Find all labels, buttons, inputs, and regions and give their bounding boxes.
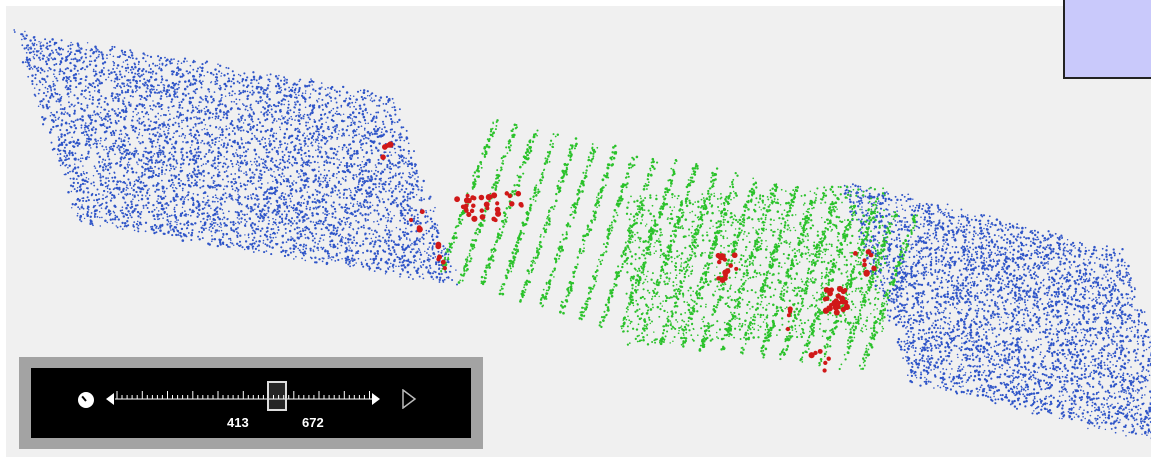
solvent-lattice-left [13,29,458,285]
arrow-right-icon[interactable] [372,393,380,405]
play-icon[interactable] [401,389,417,409]
corner-panel[interactable] [1063,0,1151,79]
clock-icon[interactable] [78,392,94,408]
arrow-left-icon[interactable] [106,393,114,405]
range-handle[interactable] [267,381,287,411]
timeline-widget: 413 672 [19,357,483,449]
protein-slices [440,119,918,370]
range-end-label: 672 [302,415,324,430]
timeline-panel: 413 672 [31,368,471,438]
timeline-ruler[interactable] [115,385,373,409]
range-start-label: 413 [227,415,249,430]
